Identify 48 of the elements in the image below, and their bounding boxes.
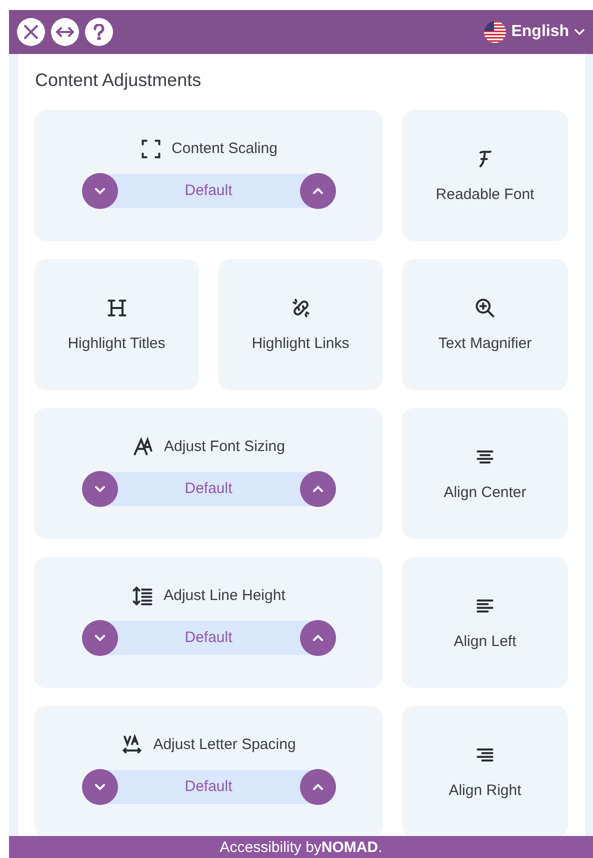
decrease-button[interactable] — [82, 172, 118, 208]
option-card[interactable]: Readable Font — [402, 110, 568, 241]
help-button[interactable] — [85, 18, 113, 46]
card-label: Text Magnifier — [438, 335, 532, 352]
increase-button[interactable] — [300, 620, 336, 656]
chevron-down-icon — [574, 28, 585, 36]
letter-spacing-icon — [121, 734, 144, 756]
stepper-value: Default — [184, 480, 232, 497]
option-card[interactable]: Align Left — [402, 557, 568, 688]
decrease-button[interactable] — [82, 470, 118, 506]
flag-icon — [484, 21, 506, 43]
close-button[interactable] — [17, 18, 45, 46]
close-icon — [23, 24, 39, 40]
card-label: Align Right — [448, 782, 522, 799]
corners-icon — [140, 138, 162, 160]
card-label: Align Left — [454, 633, 516, 650]
option-card[interactable]: Align Center — [402, 408, 568, 539]
question-icon — [93, 24, 105, 40]
decrease-button[interactable] — [82, 768, 118, 804]
increase-button[interactable] — [300, 470, 336, 506]
option-card[interactable]: Highlight Titles — [34, 259, 199, 390]
option-card[interactable]: Align Right — [402, 706, 568, 836]
card-label: Readable Font — [436, 186, 534, 203]
resize-button[interactable] — [51, 18, 79, 46]
option-card[interactable]: Highlight Links — [218, 259, 383, 390]
increase-button[interactable] — [300, 768, 336, 804]
stepper-value: Default — [184, 629, 232, 646]
option-card[interactable]: Text Magnifier — [402, 259, 568, 390]
card-label: Align Center — [444, 484, 526, 501]
card-label: Adjust Font Sizing — [164, 438, 285, 455]
increase-button[interactable] — [300, 172, 336, 208]
decrease-button[interactable] — [82, 620, 118, 656]
card-label: Highlight Titles — [68, 335, 166, 352]
link-icon — [290, 297, 312, 319]
card-label: Adjust Letter Spacing — [153, 736, 296, 753]
stepper-value: Default — [184, 778, 232, 795]
heading-icon — [106, 297, 128, 319]
section-title: Content Adjustments — [35, 70, 202, 91]
language-selector[interactable]: English — [484, 21, 585, 43]
zoom-in-icon — [474, 297, 496, 319]
card-label: Adjust Line Height — [164, 587, 286, 604]
font-size-icon — [132, 436, 154, 458]
double-arrow-icon — [55, 25, 75, 39]
footer-text: Accessibility byNOMAD. — [220, 838, 382, 856]
line-height-icon — [132, 584, 154, 606]
stepper-value: Default — [184, 182, 232, 199]
card-label: Highlight Links — [252, 335, 350, 352]
card-label: Content Scaling — [172, 140, 278, 157]
